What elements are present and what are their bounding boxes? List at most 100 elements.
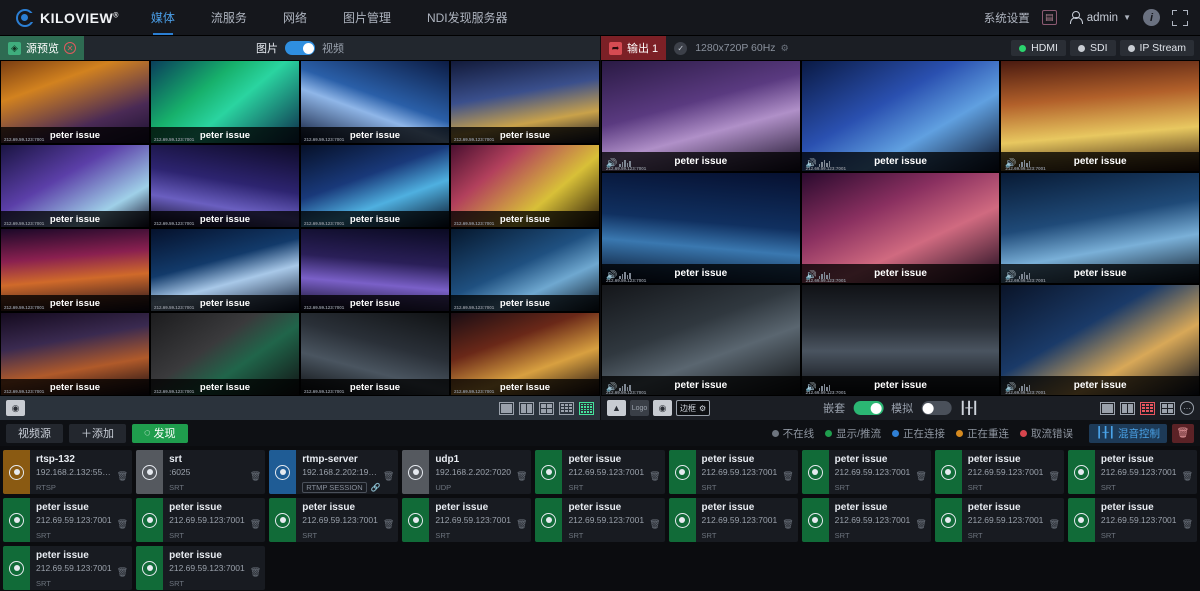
source-card[interactable]: peter issue 212.69.59.123:7001 SRT 🗑 — [3, 546, 133, 590]
delete-source-icon[interactable]: 🗑 — [117, 567, 128, 578]
delete-source-icon[interactable]: 🗑 — [915, 519, 926, 530]
source-card[interactable]: peter issue 212.69.59.123:7001 SRT 🗑 — [1067, 498, 1197, 542]
source-card[interactable]: peter issue 212.69.59.123:7001 SRT 🗑 — [535, 450, 665, 494]
nest-toggle[interactable] — [853, 401, 884, 415]
source-card[interactable]: peter issue 212.69.59.123:7001 SRT 🗑 — [668, 498, 798, 542]
logo-button[interactable]: Logo — [630, 400, 649, 416]
source-card[interactable]: peter issue 212.69.59.123:7001 SRT 🗑 — [269, 498, 399, 542]
preview-tile[interactable]: peter issue 212.69.59.123:7001 — [300, 144, 450, 228]
delete-source-icon[interactable]: 🗑 — [383, 471, 394, 482]
preview-settings-icon[interactable]: ◉ — [6, 400, 25, 416]
nav-tab-network[interactable]: 网络 — [265, 0, 325, 35]
close-icon[interactable]: ✕ — [64, 42, 76, 54]
info-icon[interactable]: i — [1143, 9, 1160, 26]
output-gear-icon[interactable]: ⚙ — [781, 43, 789, 54]
output-tile[interactable]: peter issue 🔊 212.69.59.123:7001 — [601, 172, 801, 284]
preview-tile[interactable]: peter issue 212.69.59.123:7001 — [450, 60, 600, 144]
preview-tile[interactable]: peter issue 212.69.59.123:7001 — [150, 144, 300, 228]
output-layout-4-button[interactable] — [1160, 401, 1175, 415]
nav-tab-ndi-discovery-server[interactable]: NDI发现服务器 — [409, 0, 526, 35]
image-video-toggle[interactable] — [285, 41, 315, 55]
discover-button[interactable]: ◌ 发现 — [132, 423, 188, 443]
source-card[interactable]: peter issue 212.69.59.123:7001 SRT 🗑 — [535, 498, 665, 542]
preview-tile[interactable]: peter issue 212.69.59.123:7001 — [0, 312, 150, 396]
source-card[interactable]: rtmp-server 192.168.2.202:1935/live/... RT… — [269, 450, 399, 494]
add-source-button[interactable]: ＋添加 — [69, 423, 126, 443]
source-card[interactable]: peter issue 212.69.59.123:7001 SRT 🗑 — [801, 498, 931, 542]
delete-button[interactable]: 🗑 — [1172, 423, 1194, 443]
source-card[interactable]: peter issue 212.69.59.123:7001 SRT 🗑 — [801, 450, 931, 494]
border-button[interactable]: 边框 ⚙ — [676, 400, 711, 416]
delete-source-icon[interactable]: 🗑 — [1048, 471, 1059, 482]
output-enabled-icon[interactable]: ✓ — [674, 41, 688, 55]
output-tile[interactable]: peter issue 🔊 212.69.59.123:7001 — [1000, 172, 1200, 284]
preview-tile[interactable]: peter issue 212.69.59.123:7001 — [450, 312, 600, 396]
preview-tile[interactable]: peter issue 212.69.59.123:7001 — [150, 228, 300, 312]
signal-sdi[interactable]: SDI — [1069, 40, 1116, 56]
delete-source-icon[interactable]: 🗑 — [1182, 519, 1193, 530]
layout-16-button[interactable] — [579, 401, 594, 415]
audio-mixer-button[interactable]: ┃╂┃ 混音控制 — [1089, 423, 1167, 443]
more-layouts-icon[interactable]: ⋯ — [1180, 401, 1194, 415]
output-layout-2-button[interactable] — [1120, 401, 1135, 415]
source-card[interactable]: peter issue 212.69.59.123:7001 SRT 🗑 — [934, 450, 1064, 494]
delete-source-icon[interactable]: 🗑 — [649, 471, 660, 482]
signal-hdmi[interactable]: HDMI — [1011, 40, 1066, 56]
output-tile[interactable]: peter issue 🔊 212.69.59.123:7001 — [800, 284, 1001, 396]
preview-tile[interactable]: peter issue 212.69.59.123:7001 — [150, 312, 300, 396]
image-button[interactable]: ▲ — [607, 400, 626, 416]
source-card[interactable]: peter issue 212.69.59.123:7001 SRT 🗑 — [3, 498, 133, 542]
delete-source-icon[interactable]: 🗑 — [782, 519, 793, 530]
video-source-button[interactable]: 视频源 — [6, 423, 63, 443]
link-icon[interactable]: 🔗 — [371, 483, 381, 492]
source-card[interactable]: peter issue 212.69.59.123:7001 SRT 🗑 — [402, 498, 532, 542]
source-card[interactable]: srt:6025 SRT 🗑 — [136, 450, 266, 494]
delete-source-icon[interactable]: 🗑 — [117, 519, 128, 530]
output-layout-9-button[interactable] — [1140, 401, 1155, 415]
eye-button[interactable]: ◉ — [653, 400, 672, 416]
layout-9-button[interactable] — [559, 401, 574, 415]
source-card[interactable]: peter issue 212.69.59.123:7001 SRT 🗑 — [136, 498, 266, 542]
preview-tile[interactable]: peter issue 212.69.59.123:7001 — [450, 144, 600, 228]
delete-source-icon[interactable]: 🗑 — [1048, 519, 1059, 530]
layout-1-button[interactable] — [499, 401, 514, 415]
device-icon[interactable]: ▤ — [1041, 10, 1057, 25]
nav-tab-image-management[interactable]: 图片管理 — [325, 0, 409, 35]
delete-source-icon[interactable]: 🗑 — [516, 519, 527, 530]
output-tile[interactable]: peter issue 🔊 212.69.59.123:7001 — [601, 284, 801, 396]
source-card[interactable]: peter issue 212.69.59.123:7001 SRT 🗑 — [934, 498, 1064, 542]
preview-tile[interactable]: peter issue 212.69.59.123:7001 — [450, 228, 600, 312]
output-tile[interactable]: peter issue 🔊 212.69.59.123:7001 — [800, 172, 1001, 284]
delete-source-icon[interactable]: 🗑 — [250, 519, 261, 530]
output-layout-1-button[interactable] — [1100, 401, 1115, 415]
sim-toggle[interactable] — [921, 401, 952, 415]
output-tile[interactable]: peter issue 🔊 212.69.59.123:7001 — [800, 60, 1001, 172]
signal-ip-stream[interactable]: IP Stream — [1119, 40, 1194, 56]
layout-4-button[interactable] — [539, 401, 554, 415]
fullscreen-icon[interactable] — [1172, 9, 1188, 26]
delete-source-icon[interactable]: 🗑 — [516, 471, 527, 482]
nav-tab-stream-service[interactable]: 流服务 — [193, 0, 265, 35]
delete-source-icon[interactable]: 🗑 — [1182, 471, 1193, 482]
preview-tile[interactable]: peter issue 212.69.59.123:7001 — [300, 60, 450, 144]
preview-tile[interactable]: peter issue 212.69.59.123:7001 — [0, 60, 150, 144]
source-card[interactable]: peter issue 212.69.59.123:7001 SRT 🗑 — [136, 546, 266, 590]
delete-source-icon[interactable]: 🗑 — [383, 519, 394, 530]
source-card[interactable]: udp1 192.168.2.202:7020 UDP 🗑 — [402, 450, 532, 494]
preview-tile[interactable]: peter issue 212.69.59.123:7001 — [300, 228, 450, 312]
source-card[interactable]: peter issue 212.69.59.123:7001 SRT 🗑 — [1067, 450, 1197, 494]
delete-source-icon[interactable]: 🗑 — [915, 471, 926, 482]
delete-source-icon[interactable]: 🗑 — [117, 471, 128, 482]
system-settings-link[interactable]: 系统设置 — [984, 10, 1030, 26]
preview-tile[interactable]: peter issue 212.69.59.123:7001 — [0, 144, 150, 228]
layout-2-button[interactable] — [519, 401, 534, 415]
preview-tile[interactable]: peter issue 212.69.59.123:7001 — [0, 228, 150, 312]
output-tile[interactable]: peter issue 🔊 212.69.59.123:7001 — [1000, 284, 1200, 396]
preview-tile[interactable]: peter issue 212.69.59.123:7001 — [150, 60, 300, 144]
nav-tab-media[interactable]: 媒体 — [133, 0, 193, 35]
delete-source-icon[interactable]: 🗑 — [649, 519, 660, 530]
source-card[interactable]: peter issue 212.69.59.123:7001 SRT 🗑 — [668, 450, 798, 494]
preview-tile[interactable]: peter issue 212.69.59.123:7001 — [300, 312, 450, 396]
sliders-icon[interactable]: ┃╂┃ — [959, 401, 979, 415]
output-tile[interactable]: peter issue 🔊 212.69.59.123:7001 — [601, 60, 801, 172]
